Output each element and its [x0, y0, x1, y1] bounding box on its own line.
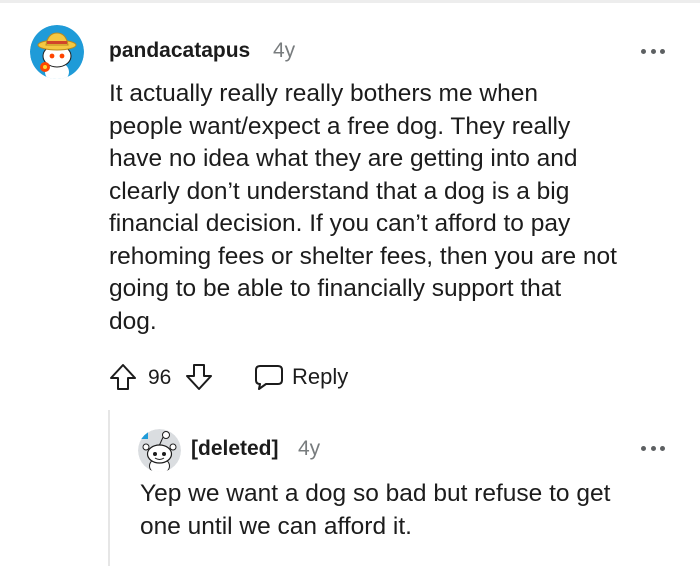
comment-thread: pandacatapus 4y It actually really reall…: [0, 0, 700, 566]
comment-body-line: rehoming fees or shelter fees, then you …: [109, 242, 617, 270]
comment-author[interactable]: pandacatapus: [109, 39, 250, 63]
comment-timestamp[interactable]: 4y: [273, 39, 295, 63]
more-options-icon[interactable]: [641, 444, 665, 452]
reply-button[interactable]: Reply: [254, 361, 348, 393]
thread-line[interactable]: [108, 410, 110, 566]
downvote-arrow-icon: [186, 364, 212, 390]
snoo-default-avatar-icon: [138, 429, 181, 472]
comment-body-line: clearly don’t understand that a dog is a…: [109, 177, 570, 205]
reply-user-avatar[interactable]: [138, 429, 181, 472]
comment-body-line: have no idea what they are getting into …: [109, 145, 578, 172]
reply-timestamp[interactable]: 4y: [298, 437, 320, 461]
chat-bubble-icon: [255, 365, 283, 390]
comment-body-line: dog.: [109, 307, 157, 335]
divider: [0, 0, 700, 3]
vote-count: 96: [148, 366, 172, 389]
upvote-arrow-icon: [110, 364, 136, 390]
more-options-icon[interactable]: [641, 47, 665, 55]
downvote-button[interactable]: [184, 362, 214, 392]
reply-body-line: one until we can afford it.: [140, 512, 412, 540]
user-avatar[interactable]: [30, 25, 84, 79]
reply-body: Yep we want a dog so bad but refuse to g…: [140, 478, 685, 543]
snoo-straw-hat-avatar-icon: [30, 25, 84, 79]
comment-body-line: It actually really really bothers me whe…: [109, 80, 538, 107]
reply-body-line: Yep we want a dog so bad but refuse to g…: [140, 480, 611, 507]
reply-author[interactable]: [deleted]: [191, 437, 279, 461]
comment-body-line: people want/expect a free dog. They real…: [109, 112, 571, 140]
comment-body-line: financial decision. If you can’t afford …: [109, 210, 571, 237]
reply-label: Reply: [292, 364, 349, 389]
comment-body: It actually really really bothers me whe…: [109, 78, 684, 338]
comment-body-line: going to be able to financially support …: [109, 275, 562, 302]
upvote-button[interactable]: [108, 362, 138, 392]
